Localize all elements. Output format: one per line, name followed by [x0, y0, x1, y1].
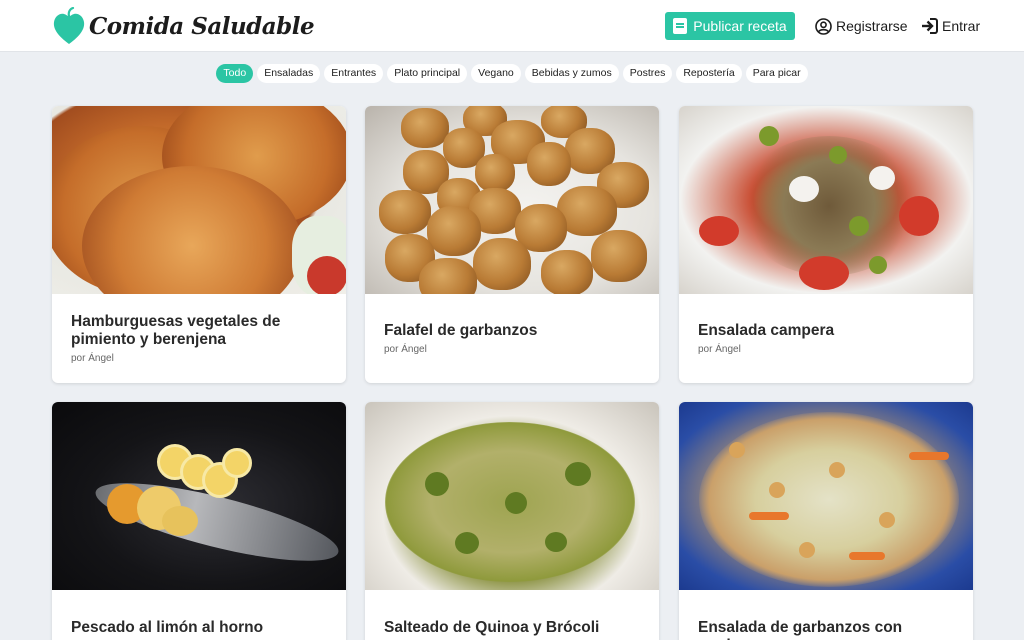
book-icon — [673, 18, 688, 34]
brand-name: Comida Saludable — [89, 12, 315, 40]
sign-in-icon — [922, 18, 938, 34]
recipe-card[interactable]: Falafel de garbanzos por Ángel — [365, 106, 659, 383]
recipe-title[interactable]: Hamburguesas vegetales de pimiento y ber… — [71, 313, 330, 349]
recipe-photo[interactable] — [679, 402, 973, 590]
recipe-card[interactable]: Hamburguesas vegetales de pimiento y ber… — [52, 106, 346, 383]
recipe-card[interactable]: Salteado de Quinoa y Brócoli — [365, 402, 659, 640]
filter-chip-todo[interactable]: Todo — [216, 64, 254, 83]
recipe-photo[interactable] — [679, 106, 973, 294]
recipe-card[interactable]: Pescado al limón al horno — [52, 402, 346, 640]
login-link[interactable]: Entrar — [921, 16, 980, 36]
user-circle-icon — [815, 17, 832, 35]
recipe-card[interactable]: Ensalada campera por Ángel — [679, 106, 973, 383]
top-navbar: Comida Saludable Publicar receta Registr… — [0, 0, 1024, 52]
filter-chip-para-picar[interactable]: Para picar — [745, 64, 808, 83]
filter-chip-bebidas[interactable]: Bebidas y zumos — [524, 64, 619, 83]
recipe-title[interactable]: Ensalada campera — [698, 322, 957, 340]
publish-recipe-button[interactable]: Publicar receta — [665, 12, 795, 40]
recipe-photo[interactable] — [365, 106, 659, 294]
register-label: Registrarse — [836, 18, 908, 34]
recipe-title[interactable]: Salteado de Quinoa y Brócoli — [384, 619, 643, 637]
publish-recipe-label: Publicar receta — [693, 18, 787, 34]
brand-logo[interactable]: Comida Saludable — [52, 6, 315, 46]
filter-chip-entrantes[interactable]: Entrantes — [324, 64, 384, 83]
filter-chip-reposteria[interactable]: Repostería — [676, 64, 742, 83]
recipe-title[interactable]: Ensalada de garbanzos con verdura — [698, 619, 957, 640]
login-label: Entrar — [942, 18, 981, 34]
recipe-author: por Ángel — [384, 344, 427, 355]
recipe-author: por Ángel — [698, 344, 741, 355]
filter-chip-postres[interactable]: Postres — [622, 64, 673, 83]
recipe-author: por Ángel — [71, 353, 114, 364]
recipe-photo[interactable] — [52, 402, 346, 590]
recipe-card[interactable]: Ensalada de garbanzos con verdura — [679, 402, 973, 640]
register-link[interactable]: Registrarse — [815, 16, 908, 36]
filter-chip-ensaladas[interactable]: Ensaladas — [257, 64, 321, 83]
recipe-title[interactable]: Pescado al limón al horno — [71, 619, 330, 637]
filter-chip-vegano[interactable]: Vegano — [471, 64, 521, 83]
recipe-photo[interactable] — [52, 106, 346, 294]
recipe-photo[interactable] — [365, 402, 659, 590]
recipe-title[interactable]: Falafel de garbanzos — [384, 322, 643, 340]
category-filter-bar: Todo Ensaladas Entrantes Plato principal… — [0, 64, 1024, 83]
filter-chip-plato-principal[interactable]: Plato principal — [387, 64, 468, 83]
heart-apple-icon — [53, 7, 85, 44]
